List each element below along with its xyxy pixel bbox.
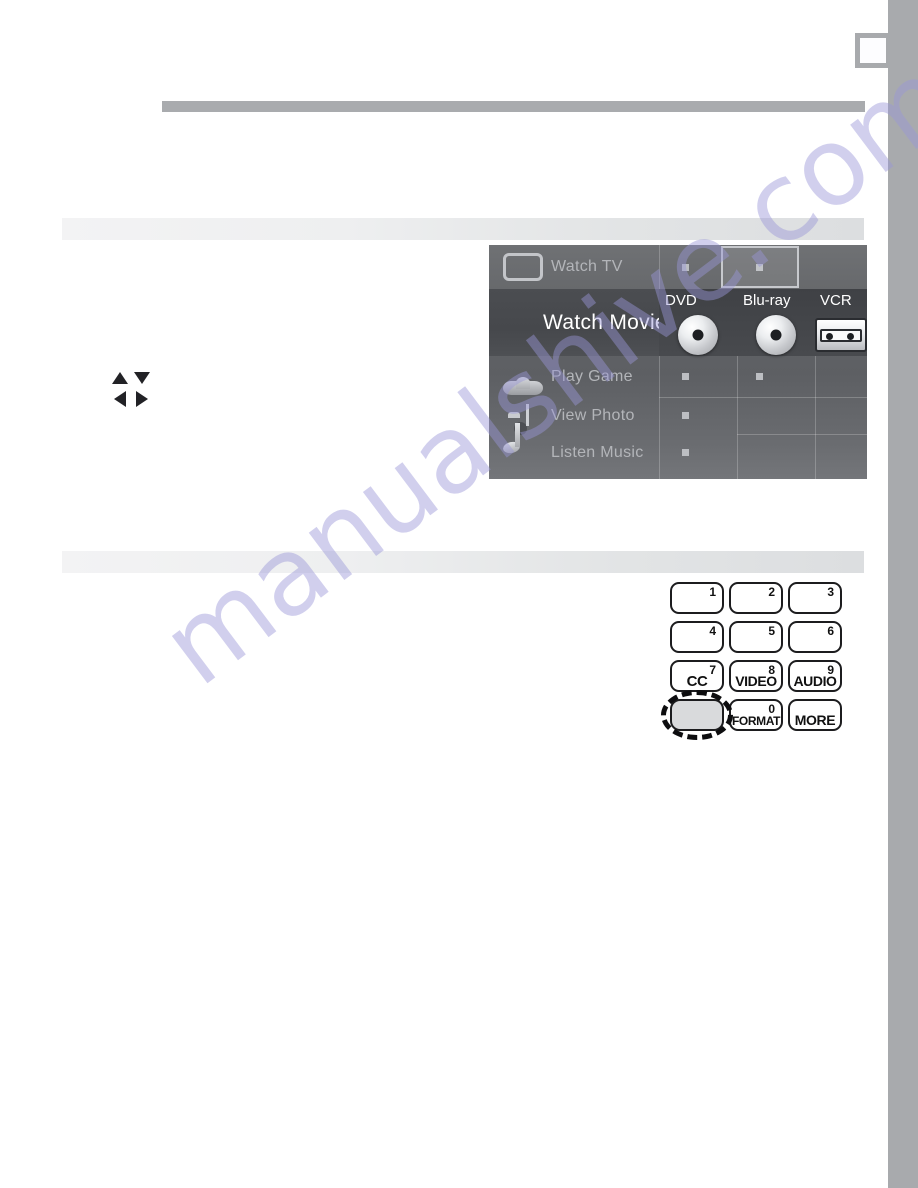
navigation-arrows — [112, 369, 172, 409]
source-cell-dvd[interactable]: DVD — [659, 289, 737, 356]
key-6[interactable]: 6 — [788, 621, 842, 653]
down-arrow-icon — [134, 372, 150, 384]
tv-icon — [503, 253, 543, 281]
left-arrow-icon — [114, 391, 126, 407]
key-label: VIDEO — [735, 673, 777, 689]
menu-row-watch-tv[interactable]: Watch TV — [489, 245, 867, 289]
page-edge-strip — [888, 0, 918, 1188]
disc-icon — [678, 315, 718, 355]
key-label: MORE — [794, 712, 836, 728]
key-cc[interactable]: 7 CC — [670, 660, 724, 692]
menu-row-label: Play Game — [551, 367, 633, 385]
cell-marker — [756, 373, 763, 380]
menu-row-label: Watch TV — [551, 258, 623, 275]
disc-icon — [756, 315, 796, 355]
source-label: VCR — [820, 292, 852, 309]
cell-marker — [682, 449, 689, 456]
source-label: Blu-ray — [743, 292, 791, 309]
tv-onscreen-menu: Watch TV Watch Movie DVD Blu-ray VCR Pla… — [489, 245, 867, 479]
cell-marker — [682, 373, 689, 380]
menu-row-label: Watch Movie — [543, 310, 667, 334]
key-number: 1 — [709, 585, 716, 599]
cell-marker — [682, 264, 689, 271]
source-cell-vcr[interactable]: VCR — [815, 289, 867, 356]
menu-row-label: View Photo — [551, 406, 635, 424]
key-format[interactable]: 0 FORMAT — [729, 699, 783, 731]
source-cell-bluray[interactable]: Blu-ray — [737, 289, 815, 356]
menu-row-play-game[interactable]: Play Game — [489, 356, 867, 397]
key-label: CC — [686, 673, 708, 690]
key-label: FORMAT — [731, 714, 781, 728]
key-video[interactable]: 8 VIDEO — [729, 660, 783, 692]
key-5[interactable]: 5 — [729, 621, 783, 653]
key-number: 6 — [827, 624, 834, 638]
remote-keypad: 1 2 3 4 5 6 7 CC 8 VIDEO 9 AUDIO 0 FORMA… — [661, 582, 850, 740]
key-highlight-ring-icon — [661, 690, 733, 740]
menu-row-label: Listen Music — [551, 443, 644, 461]
key-more[interactable]: MORE — [788, 699, 842, 731]
key-label: AUDIO — [793, 673, 837, 689]
section-heading-bar-2 — [62, 551, 864, 573]
focused-cell-highlight[interactable] — [721, 246, 799, 288]
right-arrow-icon — [136, 391, 148, 407]
page-header-rule — [162, 101, 865, 112]
key-number: 5 — [768, 624, 775, 638]
key-audio[interactable]: 9 AUDIO — [788, 660, 842, 692]
up-arrow-icon — [112, 372, 128, 384]
key-number: 2 — [768, 585, 775, 599]
highlighted-key-wrapper — [661, 690, 733, 740]
menu-row-view-photo[interactable]: View Photo — [489, 397, 867, 434]
key-4[interactable]: 4 — [670, 621, 724, 653]
source-label: DVD — [665, 292, 697, 309]
key-3[interactable]: 3 — [788, 582, 842, 614]
key-2[interactable]: 2 — [729, 582, 783, 614]
videotape-icon — [815, 318, 867, 352]
key-1[interactable]: 1 — [670, 582, 724, 614]
menu-row-listen-music[interactable]: Listen Music — [489, 434, 867, 471]
manual-page: Watch TV Watch Movie DVD Blu-ray VCR Pla… — [0, 0, 918, 1188]
corner-marker-box — [855, 33, 891, 68]
cell-marker — [682, 412, 689, 419]
key-number: 4 — [709, 624, 716, 638]
key-number: 3 — [827, 585, 834, 599]
section-heading-bar-1 — [62, 218, 864, 240]
